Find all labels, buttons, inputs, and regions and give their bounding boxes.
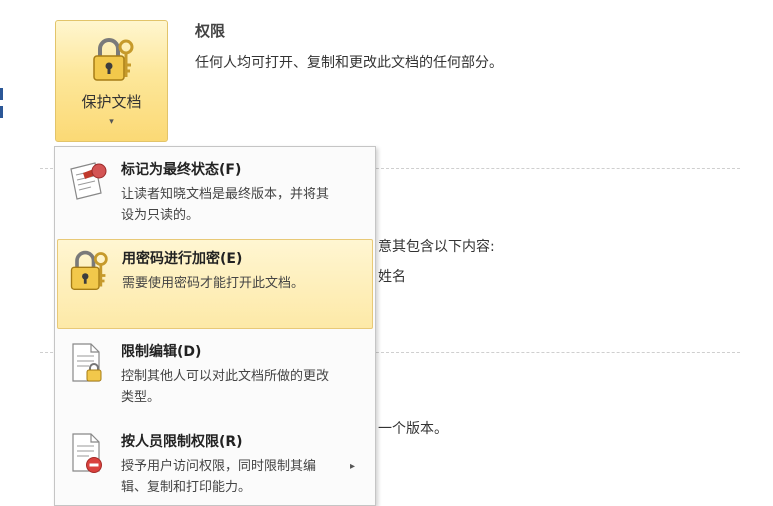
submenu-arrow-icon: ▸ [349,461,355,472]
inspect-text-line: 意其包含以下内容: [378,239,495,255]
menu-item-description: 需要使用密码才能打开此文档。 [122,276,305,291]
menu-item-title: 用密码进行加密(E) [122,251,243,267]
menu-item-description: 让读者知晓文档是最终版本，并将其设为只读的。 [121,187,330,223]
left-edge-markers [0,88,4,124]
menu-item-restrict-editing[interactable]: 限制编辑(D) 控制其他人可以对此文档所做的更改类型。 [57,333,373,421]
lock-key-icon [93,38,134,81]
document-ribbon-icon [70,162,107,200]
permissions-description: 任何人均可打开、复制和更改此文档的任何部分。 [195,55,503,71]
protect-document-menu: 标记为最终状态(F) 让读者知晓文档是最终版本，并将其设为只读的。 用密码进行加… [54,146,376,506]
menu-item-description: 控制其他人可以对此文档所做的更改类型。 [121,369,330,405]
inspect-text-line: 姓名 [378,269,406,285]
permissions-title: 权限 [195,22,226,40]
chevron-down-icon: ▾ [109,117,114,127]
menu-item-encrypt-with-password[interactable]: 用密码进行加密(E) 需要使用密码才能打开此文档。 [57,239,373,329]
lock-key-icon [70,250,108,290]
menu-item-restrict-permission-by-people[interactable]: 按人员限制权限(R) 授予用户访问权限，同时限制其编辑、复制和打印能力。 ▸ [57,423,373,503]
menu-item-title: 限制编辑(D) [121,344,202,360]
menu-item-title: 按人员限制权限(R) [121,434,243,450]
document-lock-icon [72,343,102,382]
protect-document-label: 保护文档 [81,93,142,111]
menu-item-description: 授予用户访问权限，同时限制其编辑、复制和打印能力。 [121,459,317,495]
document-restrict-icon [72,433,102,473]
protect-document-button[interactable]: 保护文档 ▾ [55,20,168,142]
menu-item-title: 标记为最终状态(F) [121,162,242,178]
versions-text-line: 一个版本。 [378,421,448,437]
menu-item-mark-as-final[interactable]: 标记为最终状态(F) 让读者知晓文档是最终版本，并将其设为只读的。 [57,151,373,237]
